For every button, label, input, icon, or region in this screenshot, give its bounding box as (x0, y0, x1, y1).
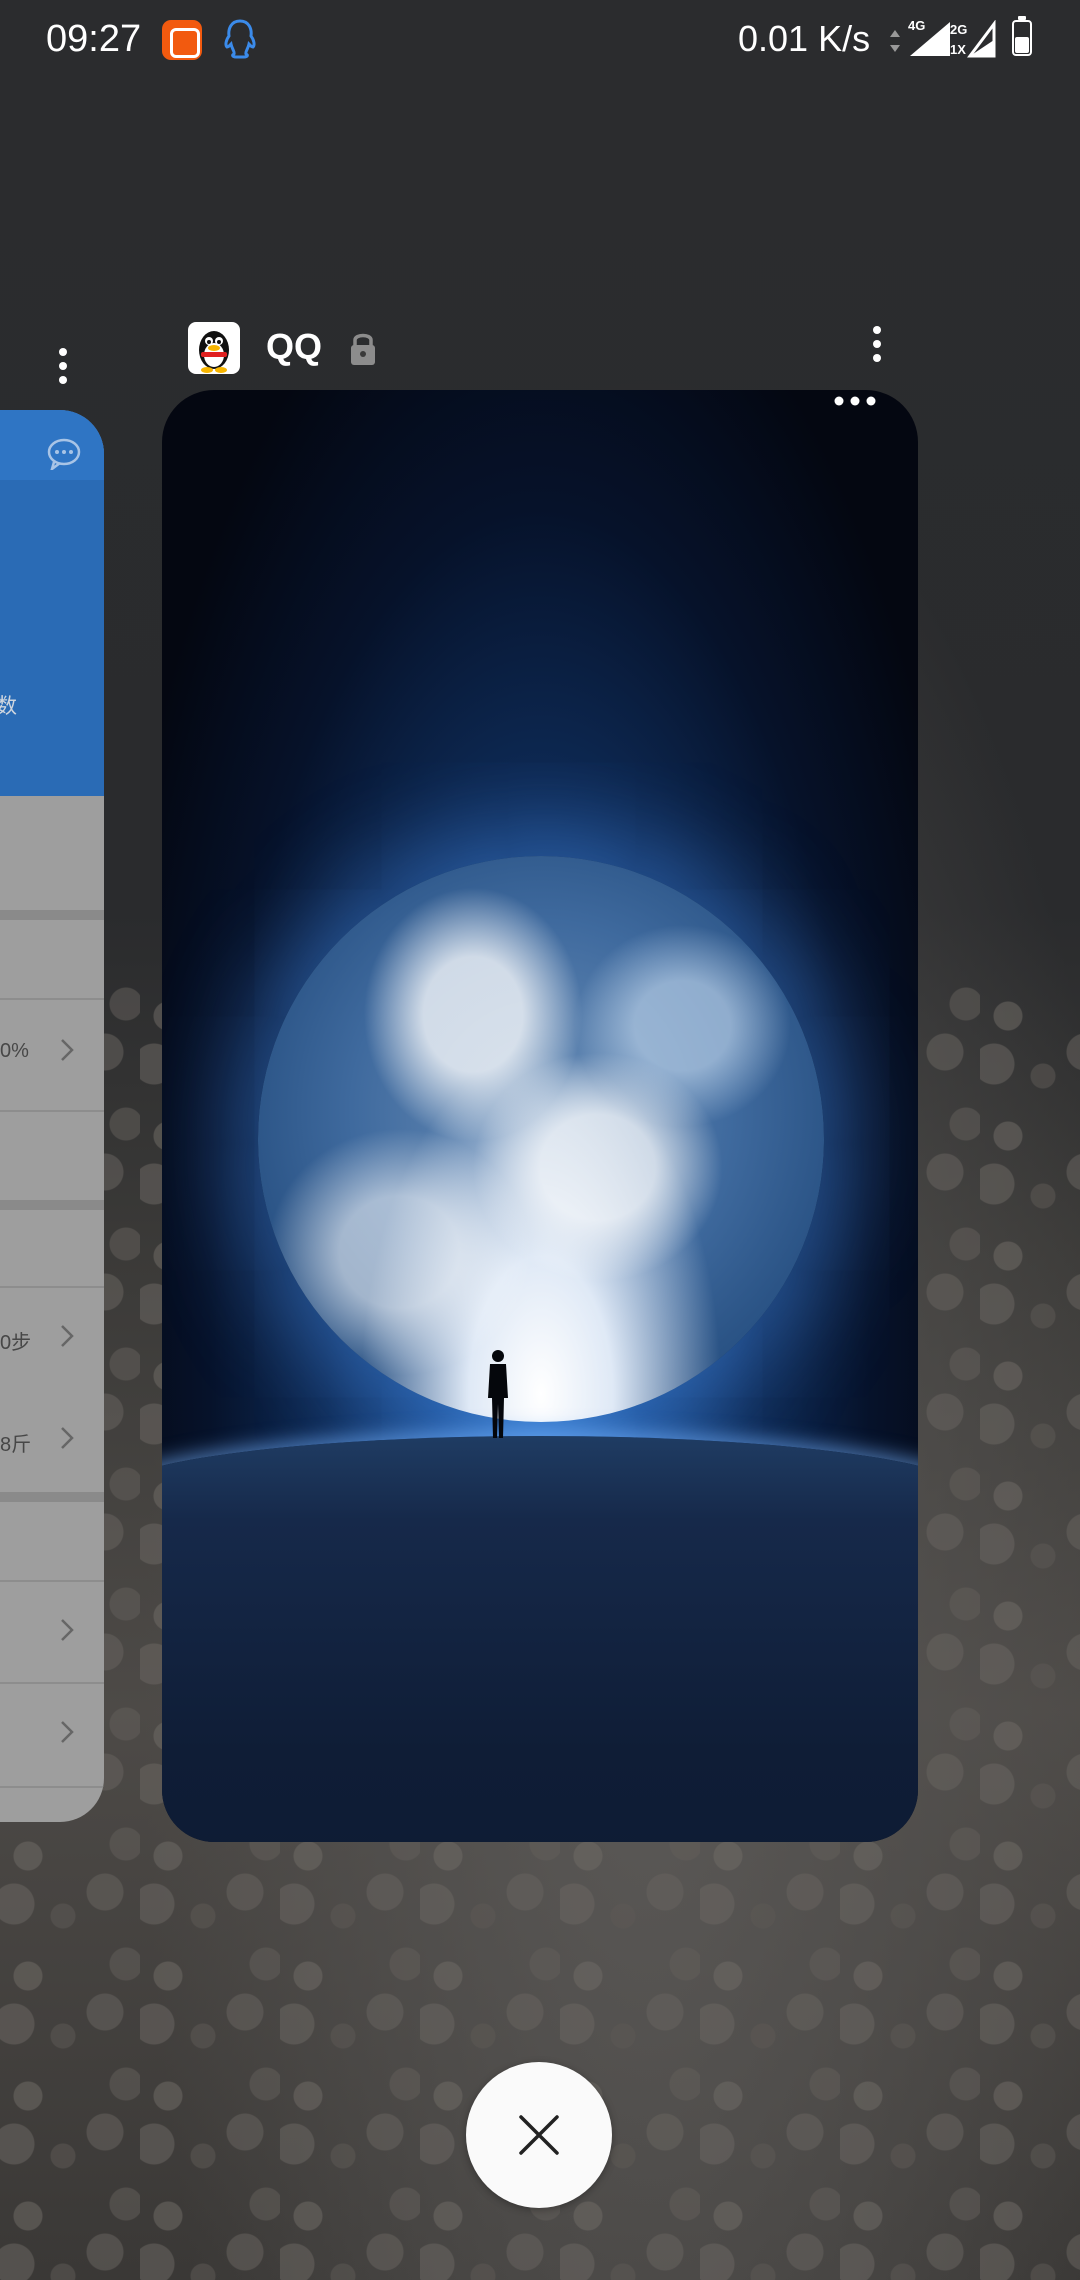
chevron-right-icon (61, 1721, 74, 1743)
row-divider (0, 1580, 104, 1582)
clear-all-button[interactable] (466, 2062, 612, 2208)
qq-app-title: QQ (266, 326, 323, 367)
previous-app-value: 0步 (0, 1332, 32, 1354)
battery-level (1015, 37, 1029, 53)
left-card-more-icon[interactable] (56, 346, 70, 386)
horizon-ground (162, 1436, 918, 1842)
previous-app-value: 0% (0, 1040, 29, 1062)
mi-icon (162, 20, 202, 60)
more-horizontal-icon (834, 396, 876, 406)
more-vertical-icon[interactable] (870, 324, 884, 364)
row-divider (0, 1286, 104, 1288)
row-divider (0, 998, 104, 1000)
previous-app-card[interactable]: 数 0% 0步 8斤 (0, 410, 104, 1822)
status-time: 09:27 (46, 18, 142, 60)
row-divider (0, 1110, 104, 1112)
chat-bubble-icon (47, 438, 81, 470)
row-divider (0, 1682, 104, 1684)
section-divider (0, 1200, 104, 1210)
chevron-right-icon (61, 1039, 74, 1061)
signal-2g-icon (967, 20, 996, 58)
qq-app-card[interactable] (162, 390, 918, 1842)
previous-app-value: 8斤 (0, 1434, 32, 1456)
data-arrows-icon (890, 30, 900, 52)
section-divider (0, 1492, 104, 1502)
person-silhouette (488, 1350, 508, 1438)
lock-icon[interactable] (347, 328, 379, 368)
status-bar: 09:27 0.01 K/s 4G 2G 1X (0, 0, 1080, 80)
previous-app-header-text: 数 (0, 695, 17, 718)
qq-notification-icon (224, 19, 256, 59)
row-divider (0, 1786, 104, 1788)
signal-4g-icon (910, 22, 950, 56)
battery-icon (1012, 16, 1032, 56)
qq-penguin-icon (199, 331, 229, 373)
chevron-right-icon (61, 1619, 74, 1641)
earth-splash-image (258, 856, 824, 1422)
section-divider (0, 910, 104, 920)
close-icon (519, 2115, 559, 2155)
previous-app-header: 数 (0, 410, 104, 796)
chevron-right-icon (61, 1427, 74, 1449)
network-speed: 0.01 K/s (738, 18, 871, 59)
chevron-right-icon (61, 1325, 74, 1347)
qq-app-icon (188, 322, 240, 374)
